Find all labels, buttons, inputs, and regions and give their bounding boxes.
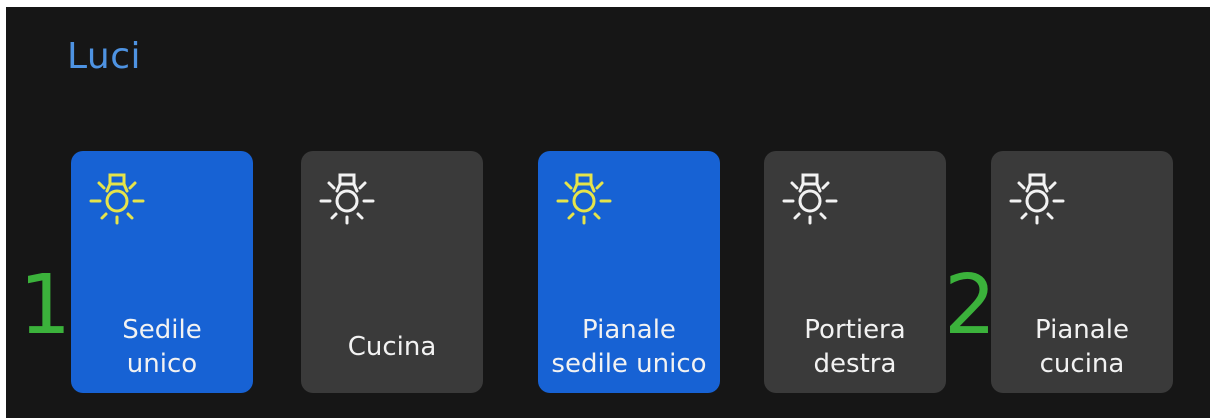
light-bulb-icon bbox=[782, 173, 838, 225]
light-toggle-sedile-unico[interactable]: Sedile unico bbox=[71, 151, 253, 393]
light-label: Pianale sedile unico bbox=[551, 315, 707, 379]
light-toggle-portiera-destra[interactable]: Portiera destra bbox=[764, 151, 946, 393]
lights-panel: Luci 1 Sedile unico Cucina Pianale sedil… bbox=[6, 7, 1210, 418]
light-toggle-pianale-sedile-unico[interactable]: Pianale sedile unico bbox=[538, 151, 720, 393]
light-label: Pianale cucina bbox=[1035, 315, 1129, 379]
light-bulb-icon bbox=[89, 173, 145, 225]
light-label: Cucina bbox=[347, 332, 437, 362]
light-toggle-pianale-cucina[interactable]: Pianale cucina bbox=[991, 151, 1173, 393]
light-bulb-icon bbox=[556, 173, 612, 225]
light-toggle-cucina[interactable]: Cucina bbox=[301, 151, 483, 393]
marker-1: 1 bbox=[19, 258, 72, 353]
page-title: Luci bbox=[67, 36, 142, 77]
light-label: Portiera destra bbox=[804, 315, 906, 379]
light-bulb-icon bbox=[1009, 173, 1065, 225]
marker-2: 2 bbox=[944, 258, 997, 353]
light-label: Sedile unico bbox=[122, 315, 202, 379]
light-bulb-icon bbox=[319, 173, 375, 225]
